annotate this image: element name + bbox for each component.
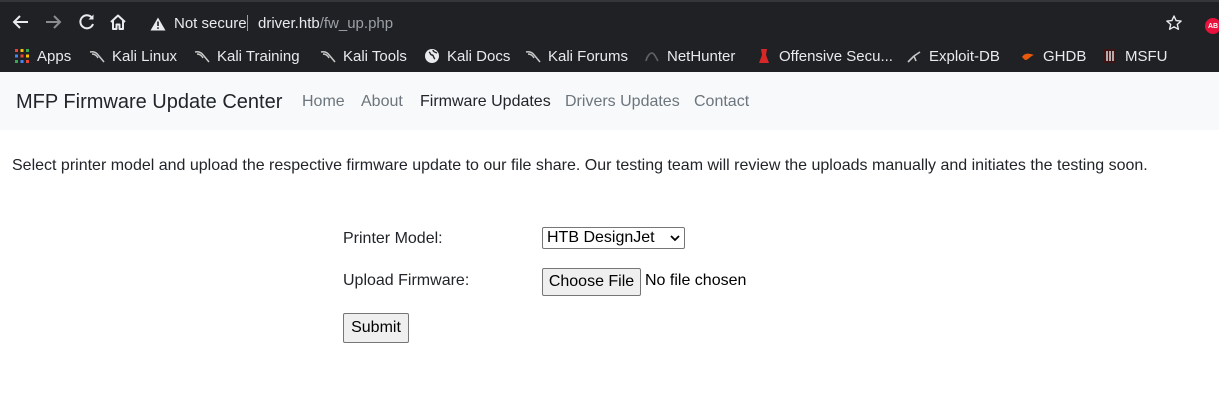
reload-icon <box>79 14 94 30</box>
chevron-down-icon <box>670 235 680 242</box>
bookmark-label: NetHunter <box>667 47 736 65</box>
bookmark-offensive-security[interactable]: Offensive Secu... <box>756 47 893 65</box>
back-button[interactable] <box>10 11 32 33</box>
printer-model-select[interactable]: HTB DesignJet <box>542 227 685 249</box>
msfu-icon <box>1102 48 1118 64</box>
bookmarks-bar: Apps Kali Linux Kali Training Kali Tools… <box>0 40 1219 72</box>
extension-badge: AB <box>1207 22 1219 30</box>
kali-dragon-icon <box>320 48 336 64</box>
bookmark-kali-training[interactable]: Kali Training <box>194 47 300 65</box>
site-brand[interactable]: MFP Firmware Update Center <box>16 91 282 114</box>
bookmark-label: Kali Training <box>217 47 300 65</box>
home-icon <box>110 14 126 30</box>
nav-contact[interactable]: Contact <box>694 93 749 111</box>
arrow-right-icon <box>46 15 62 29</box>
upload-firmware-label: Upload Firmware: <box>343 272 470 289</box>
ghdb-icon <box>1020 48 1036 64</box>
address-divider <box>247 15 248 31</box>
bookmark-label: Kali Tools <box>343 47 407 65</box>
offsec-icon <box>756 48 772 64</box>
address-bar[interactable]: Not secure driver.htb/fw_up.php <box>142 10 1202 38</box>
printer-model-label: Printer Model: <box>343 230 443 247</box>
nethunter-icon <box>644 48 660 64</box>
apps-grid-icon <box>14 48 30 64</box>
nav-home[interactable]: Home <box>302 93 345 111</box>
nav-about[interactable]: About <box>361 93 403 111</box>
site-navbar: MFP Firmware Update Center Home About Fi… <box>0 72 1219 130</box>
adblock-extension-icon[interactable]: AB <box>1205 18 1219 34</box>
forward-button[interactable] <box>42 11 64 33</box>
arrow-left-icon <box>12 15 28 29</box>
url-text[interactable]: driver.htb/fw_up.php <box>258 15 393 32</box>
kali-dragon-icon <box>525 48 541 64</box>
choose-file-button[interactable]: Choose File <box>542 268 641 296</box>
bookmark-label: Kali Docs <box>447 47 511 65</box>
globe-icon <box>424 48 440 64</box>
bookmark-msfu[interactable]: MSFU <box>1102 47 1168 65</box>
url-host: driver.htb <box>258 15 320 32</box>
reload-button[interactable] <box>76 11 98 33</box>
warning-icon <box>150 17 166 31</box>
bookmark-kali-tools[interactable]: Kali Tools <box>320 47 407 65</box>
submit-button[interactable]: Submit <box>343 313 409 343</box>
nav-drivers-updates[interactable]: Drivers Updates <box>565 93 680 111</box>
bookmark-label: GHDB <box>1043 47 1087 65</box>
bookmark-label: Kali Linux <box>112 47 178 65</box>
bookmark-exploit-db[interactable]: Exploit-DB <box>906 47 1000 65</box>
file-status-text: No file chosen <box>645 272 747 289</box>
home-button[interactable] <box>107 11 129 33</box>
bookmark-kali-forums[interactable]: Kali Forums <box>525 47 628 65</box>
bookmark-nethunter[interactable]: NetHunter <box>644 47 735 65</box>
security-status[interactable]: Not secure <box>174 15 247 32</box>
printer-model-value: HTB DesignJet <box>547 229 655 246</box>
star-icon[interactable] <box>1166 15 1182 31</box>
browser-toolbar: Not secure driver.htb/fw_up.php AB <box>0 0 1219 40</box>
bookmark-kali-docs[interactable]: Kali Docs <box>424 47 510 65</box>
exploit-db-icon <box>906 48 922 64</box>
bookmark-ghdb[interactable]: GHDB <box>1020 47 1086 65</box>
bookmark-kali-linux[interactable]: Kali Linux <box>89 47 177 65</box>
bookmark-label: Kali Forums <box>548 47 629 65</box>
bookmark-label: Exploit-DB <box>929 47 1000 65</box>
nav-firmware-updates[interactable]: Firmware Updates <box>420 93 551 111</box>
bookmark-label: Offensive Secu... <box>779 47 893 65</box>
kali-dragon-icon <box>194 48 210 64</box>
intro-text: Select printer model and upload the resp… <box>12 157 1148 174</box>
kali-dragon-icon <box>89 48 105 64</box>
bookmark-label: Apps <box>37 47 72 65</box>
url-path: /fw_up.php <box>319 15 394 32</box>
bookmark-apps[interactable]: Apps <box>14 47 71 65</box>
bookmark-label: MSFU <box>1125 47 1168 65</box>
